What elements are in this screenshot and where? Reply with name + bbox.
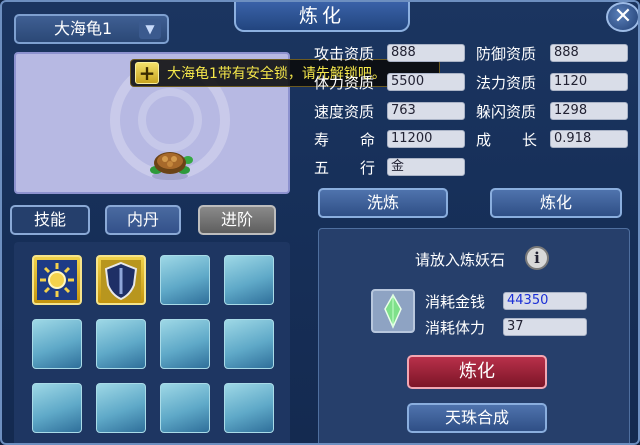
stat-growth-label: 成 长 xyxy=(476,131,546,149)
stat-growth-value: 0.918 xyxy=(550,130,628,148)
stat-life-value: 11200 xyxy=(387,130,465,148)
pet-selector[interactable]: 大海龟1 ▼ xyxy=(14,14,169,44)
crystal-icon xyxy=(384,293,402,329)
pearl-synthesis-button[interactable]: 天珠合成 xyxy=(407,403,547,433)
stat-dodge-value: 1298 xyxy=(550,102,628,120)
stat-life-label: 寿 命 xyxy=(314,131,384,149)
stat-defense-value: 888 xyxy=(550,44,628,62)
empty-slot[interactable] xyxy=(224,383,274,433)
pet-selector-label: 大海龟1 xyxy=(54,19,113,38)
empty-slot[interactable] xyxy=(96,383,146,433)
stat-element-label: 五 行 xyxy=(314,159,384,177)
stat-attack-value: 888 xyxy=(387,44,465,62)
empty-slot[interactable] xyxy=(32,383,82,433)
empty-slot[interactable] xyxy=(224,319,274,369)
empty-slot[interactable] xyxy=(96,319,146,369)
sun-skill-icon xyxy=(37,260,77,300)
info-icon[interactable]: i xyxy=(525,246,549,270)
stat-magic-label: 法力资质 xyxy=(476,74,537,92)
chevron-down-icon[interactable]: ▼ xyxy=(139,19,161,39)
refine-window: 炼化 ✕ 大海龟1 ▼ + 大海龟1带有安全锁，请先解锁吧。 技能 内丹 进阶 xyxy=(0,0,640,445)
cost-stamina-label: 消耗体力 xyxy=(425,319,486,337)
cost-money-label: 消耗金钱 xyxy=(425,293,486,311)
refine-panel: 请放入炼妖石 i 消耗金钱 44350 消耗体力 37 炼化 天珠合成 xyxy=(318,228,630,443)
shield-skill-icon xyxy=(101,260,141,301)
window-title: 炼化 xyxy=(234,2,410,32)
stat-stamina-value: 5500 xyxy=(387,73,465,91)
cost-money-value: 44350 xyxy=(503,292,587,310)
empty-slot[interactable] xyxy=(160,255,210,305)
stat-speed-value: 763 xyxy=(387,102,465,120)
skill-slot-shield[interactable] xyxy=(96,255,146,305)
stat-attack-label: 攻击资质 xyxy=(314,45,375,63)
stat-stamina-label: 体力资质 xyxy=(314,74,375,92)
stat-magic-value: 1120 xyxy=(550,73,628,91)
refine-prompt: 请放入炼妖石 xyxy=(415,251,506,269)
stat-defense-label: 防御资质 xyxy=(476,45,537,63)
skill-grid xyxy=(14,242,290,443)
cost-stamina-value: 37 xyxy=(503,318,587,336)
empty-slot[interactable] xyxy=(32,319,82,369)
tab-skill[interactable]: 技能 xyxy=(10,205,90,235)
refine-button[interactable]: 炼化 xyxy=(407,355,547,389)
close-button[interactable]: ✕ xyxy=(606,2,638,32)
skill-slot-sun[interactable] xyxy=(32,255,82,305)
empty-slot[interactable] xyxy=(160,319,210,369)
stat-dodge-label: 躲闪资质 xyxy=(476,103,537,121)
turtle-pet-image xyxy=(150,152,193,180)
plus-icon: + xyxy=(135,62,159,84)
refine-stone-slot[interactable] xyxy=(371,289,415,333)
tab-advance[interactable]: 进阶 xyxy=(198,205,276,235)
empty-slot[interactable] xyxy=(160,383,210,433)
stat-element-value: 金 xyxy=(387,158,465,176)
emblem-watermark-inner xyxy=(138,88,202,152)
refine-tab-button[interactable]: 炼化 xyxy=(490,188,622,218)
tab-core[interactable]: 内丹 xyxy=(105,205,181,235)
wash-button[interactable]: 洗炼 xyxy=(318,188,448,218)
stat-speed-label: 速度资质 xyxy=(314,103,375,121)
empty-slot[interactable] xyxy=(224,255,274,305)
